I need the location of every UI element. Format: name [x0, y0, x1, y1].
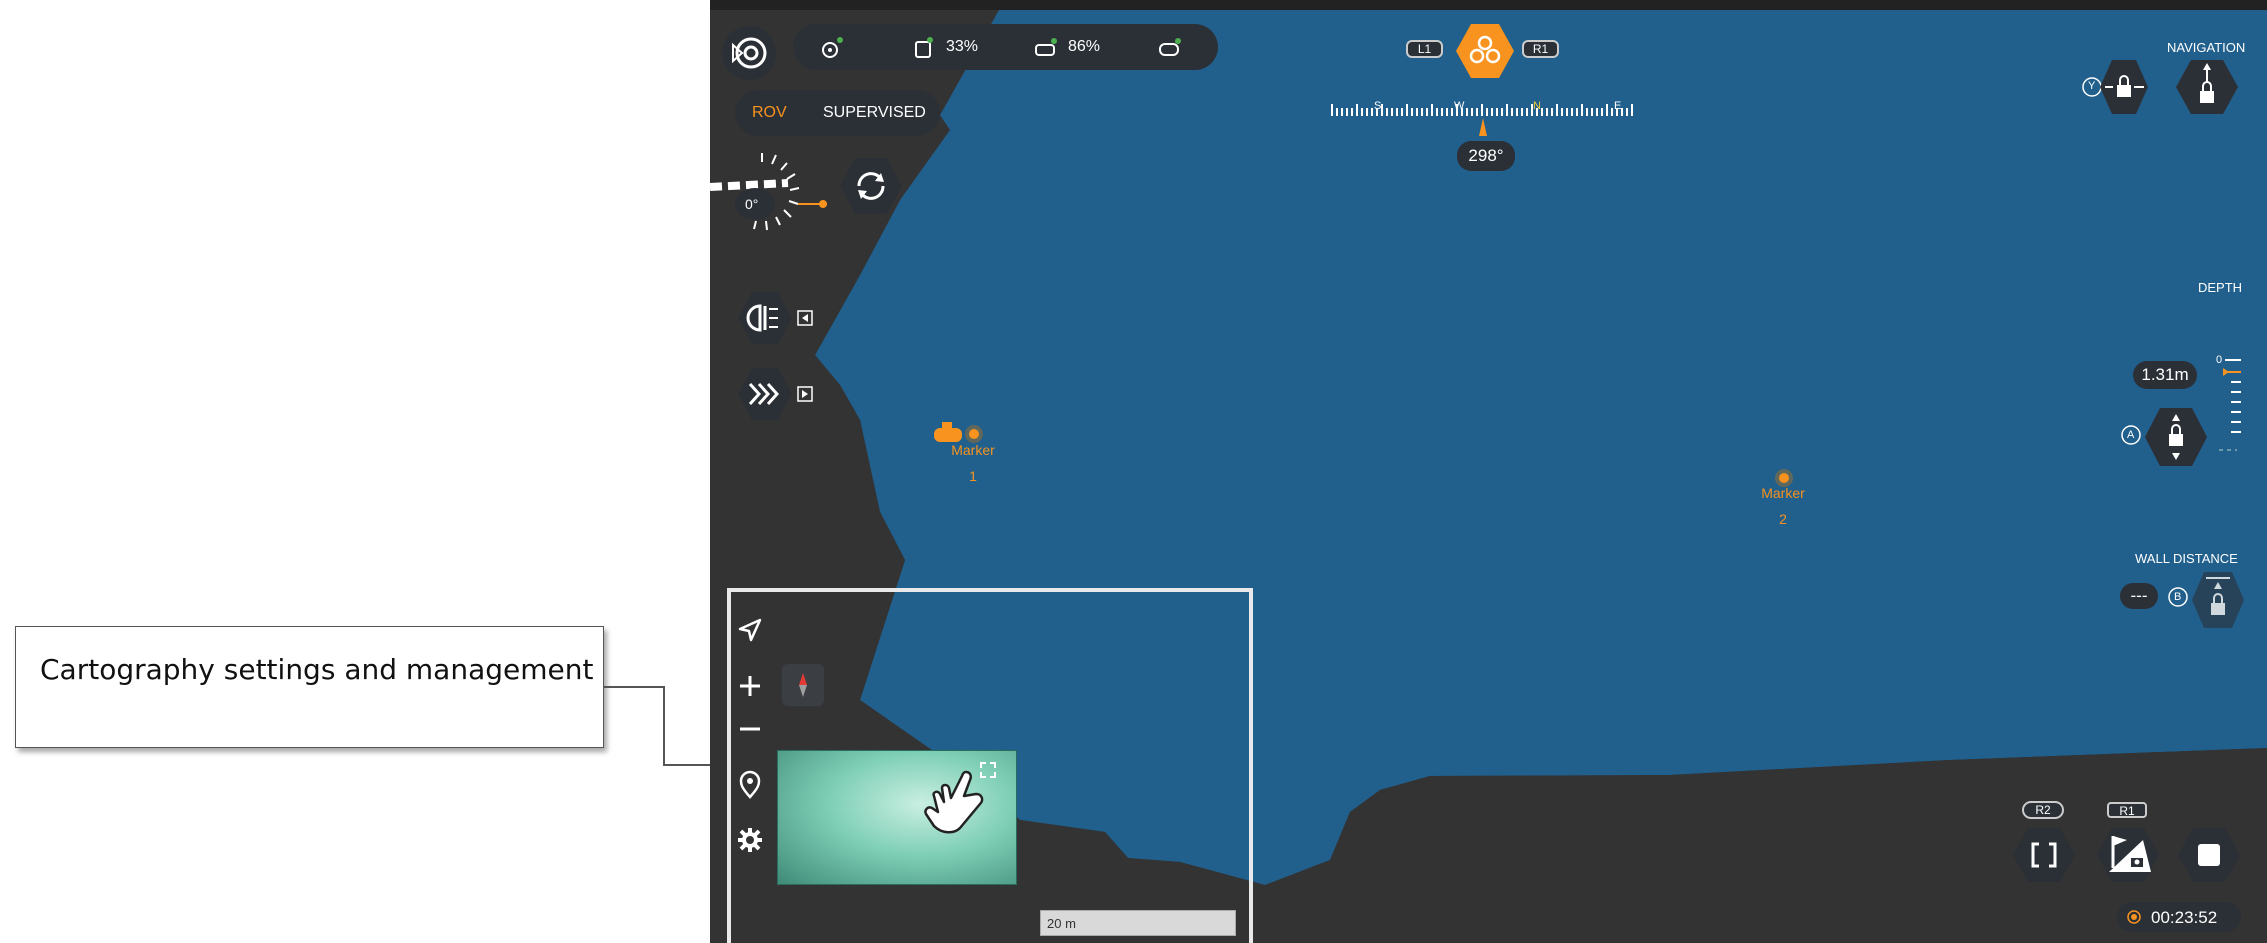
north-compass-button[interactable]: [781, 663, 825, 707]
recording-dot-icon: [2127, 910, 2141, 924]
flag-photo-button[interactable]: [2097, 826, 2159, 884]
depth-value: 1.31m: [2133, 361, 2197, 389]
y-button-label: Y: [2088, 80, 2096, 92]
l1-badge: L1: [1406, 40, 1443, 58]
r1-badge: R1: [1522, 40, 1559, 58]
mode-supervised[interactable]: SUPERVISED: [823, 104, 926, 122]
mode-rov[interactable]: ROV: [752, 104, 787, 122]
recording-timer: 00:23:52: [2117, 902, 2241, 932]
depth-title: DEPTH: [2198, 280, 2243, 295]
recording-time: 00:23:52: [2151, 908, 2218, 927]
annotation-leader-line: [604, 686, 727, 766]
controller-icon: [1159, 38, 1181, 56]
compass-e: E: [1614, 100, 1622, 112]
compass-w: W: [1454, 100, 1465, 112]
surface-battery-icon: [1035, 38, 1057, 56]
screenshot-root: Cartography settings and management 33%: [0, 0, 2267, 943]
stop-recording-button[interactable]: [2178, 826, 2240, 884]
recording-r1-badge: R1: [2107, 802, 2147, 818]
app-logo-icon[interactable]: [720, 24, 778, 82]
propeller-button[interactable]: [1456, 22, 1514, 80]
speed-button[interactable]: [738, 366, 818, 422]
map-scale-bar: 20 m: [1040, 910, 1236, 936]
zoom-in-icon[interactable]: [737, 673, 763, 699]
marker-1-number: 1: [969, 468, 977, 484]
rov-battery-value: 33%: [946, 38, 979, 55]
depth-lock-control[interactable]: [2119, 406, 2239, 468]
drone-link-icon: [822, 37, 843, 58]
touch-hand-icon: [924, 770, 984, 834]
marker-1[interactable]: Marker 1: [948, 437, 998, 489]
marker-1-label: Marker: [951, 442, 995, 458]
wall-distance-title: WALL DISTANCE: [2135, 551, 2238, 566]
status-bar: 33% 86%: [793, 24, 1218, 70]
reset-orientation-button[interactable]: [840, 156, 902, 216]
navigation-title: NAVIGATION: [2167, 40, 2246, 55]
cartography-settings-icon[interactable]: [737, 827, 763, 853]
wall-distance-value: ---: [2120, 583, 2158, 609]
add-marker-icon[interactable]: [737, 770, 763, 800]
mode-selector[interactable]: ROV SUPERVISED: [735, 90, 940, 136]
r2-badge: R2: [2022, 801, 2064, 819]
surface-battery-value: 86%: [1068, 38, 1101, 55]
navigation-lock-button[interactable]: [2176, 58, 2238, 116]
compass-n: N: [1533, 100, 1541, 112]
fullscreen-toggle-button[interactable]: [2013, 826, 2075, 884]
marker-2[interactable]: Marker 2: [1758, 480, 1808, 532]
wall-distance-lock-control[interactable]: [2164, 570, 2244, 632]
lights-button[interactable]: [738, 290, 818, 346]
top-edge: [710, 0, 2267, 10]
locate-me-icon[interactable]: [737, 617, 763, 643]
rov-battery-icon: [915, 37, 933, 58]
zoom-out-icon[interactable]: [737, 716, 763, 742]
heading-value: 298°: [1457, 141, 1515, 171]
camera-tilt-gauge: [710, 153, 827, 231]
compass-s: S: [1374, 100, 1382, 112]
marker-2-label: Marker: [1761, 485, 1805, 501]
marker-2-number: 2: [1779, 511, 1787, 527]
tilt-value: 0°: [745, 196, 759, 212]
